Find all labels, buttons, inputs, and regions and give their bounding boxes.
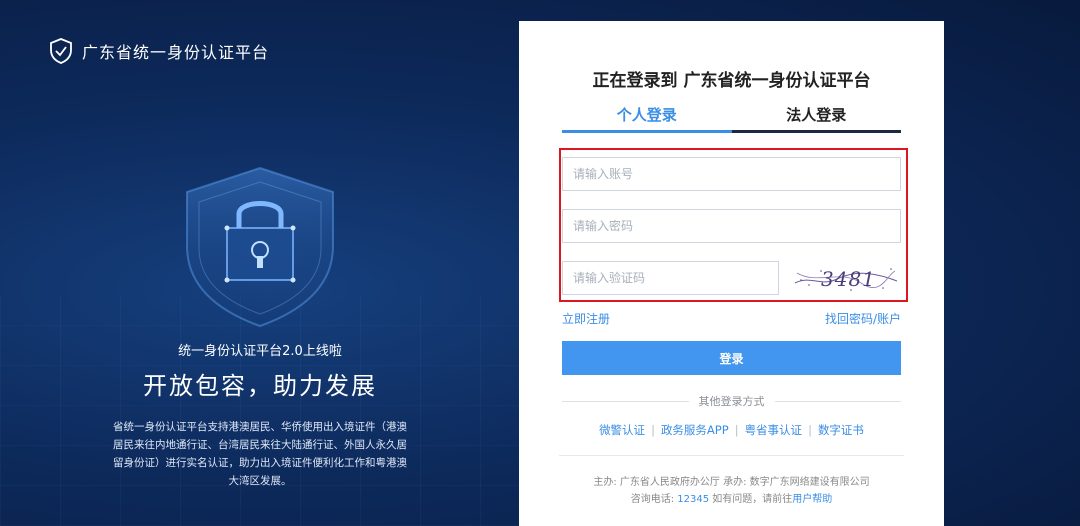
- brand-title: 广东省统一身份认证平台: [82, 43, 270, 62]
- brand-logo: 广东省统一身份认证平台: [50, 38, 269, 64]
- method-separator: |: [734, 423, 739, 437]
- shield-check-icon: [50, 38, 72, 64]
- captcha-code-text: 3481: [821, 267, 876, 291]
- divider-line-left: [562, 400, 689, 402]
- announcement-text: 统一身份认证平台2.0上线啦: [178, 344, 342, 359]
- footer-divider: [559, 455, 904, 456]
- help-prefix: 如有问题，请前往: [712, 494, 793, 505]
- login-heading: 正在登录到 广东省统一身份认证平台: [592, 71, 871, 91]
- login-method-wechat-police[interactable]: 微警认证: [599, 423, 645, 437]
- tab-legal-person-login[interactable]: 法人登录: [731, 103, 901, 133]
- shield-lock-illustration: [186, 166, 334, 328]
- user-help-link[interactable]: 用户帮助: [792, 494, 832, 505]
- login-button[interactable]: 登录: [562, 341, 901, 375]
- account-input[interactable]: [562, 157, 901, 191]
- login-method-gov-app[interactable]: 政务服务APP: [661, 423, 729, 437]
- divider-line-right: [774, 400, 901, 402]
- login-card: 正在登录到 广东省统一身份认证平台 个人登录 法人登录 3481 立即注册 找回…: [519, 21, 944, 526]
- other-login-methods: 微警认证 | 政务服务APP | 粤省事认证 | 数字证书: [519, 422, 944, 438]
- other-login-divider: 其他登录方式: [562, 393, 901, 409]
- tab-personal-login[interactable]: 个人登录: [562, 103, 732, 133]
- method-separator: |: [808, 423, 812, 437]
- footer-contact: 咨询电话: 12345 如有问题，请前往用户帮助: [519, 490, 944, 505]
- platform-description: 省统一身份认证平台支持港澳居民、华侨使用出入境证件（港澳居民来往内地通行证、台湾…: [113, 421, 407, 487]
- login-method-yueshengshi[interactable]: 粤省事认证: [745, 423, 803, 437]
- password-input[interactable]: [562, 209, 901, 243]
- footer-sponsor: 主办: 广东省人民政府办公厅 承办: 数字广东网络建设有限公司: [593, 477, 870, 488]
- other-login-title: 其他登录方式: [698, 395, 765, 408]
- left-panel: 广东省统一身份认证平台 统一身份认证平台2.0上线啦 开放包容，助力发展 省统一…: [0, 0, 520, 526]
- captcha-input[interactable]: [562, 261, 779, 295]
- login-tabs: 个人登录 法人登录: [562, 103, 901, 133]
- login-method-digital-cert[interactable]: 数字证书: [818, 423, 864, 437]
- recover-account-link[interactable]: 找回密码/账户: [825, 310, 901, 327]
- hotline-number: 12345: [677, 494, 710, 505]
- hotline-label: 咨询电话:: [630, 494, 675, 505]
- background-grid: [0, 296, 520, 526]
- register-link[interactable]: 立即注册: [562, 310, 610, 327]
- slogan-heading: 开放包容，助力发展: [143, 372, 377, 400]
- method-separator: |: [651, 423, 655, 437]
- captcha-image[interactable]: 3481: [791, 261, 901, 295]
